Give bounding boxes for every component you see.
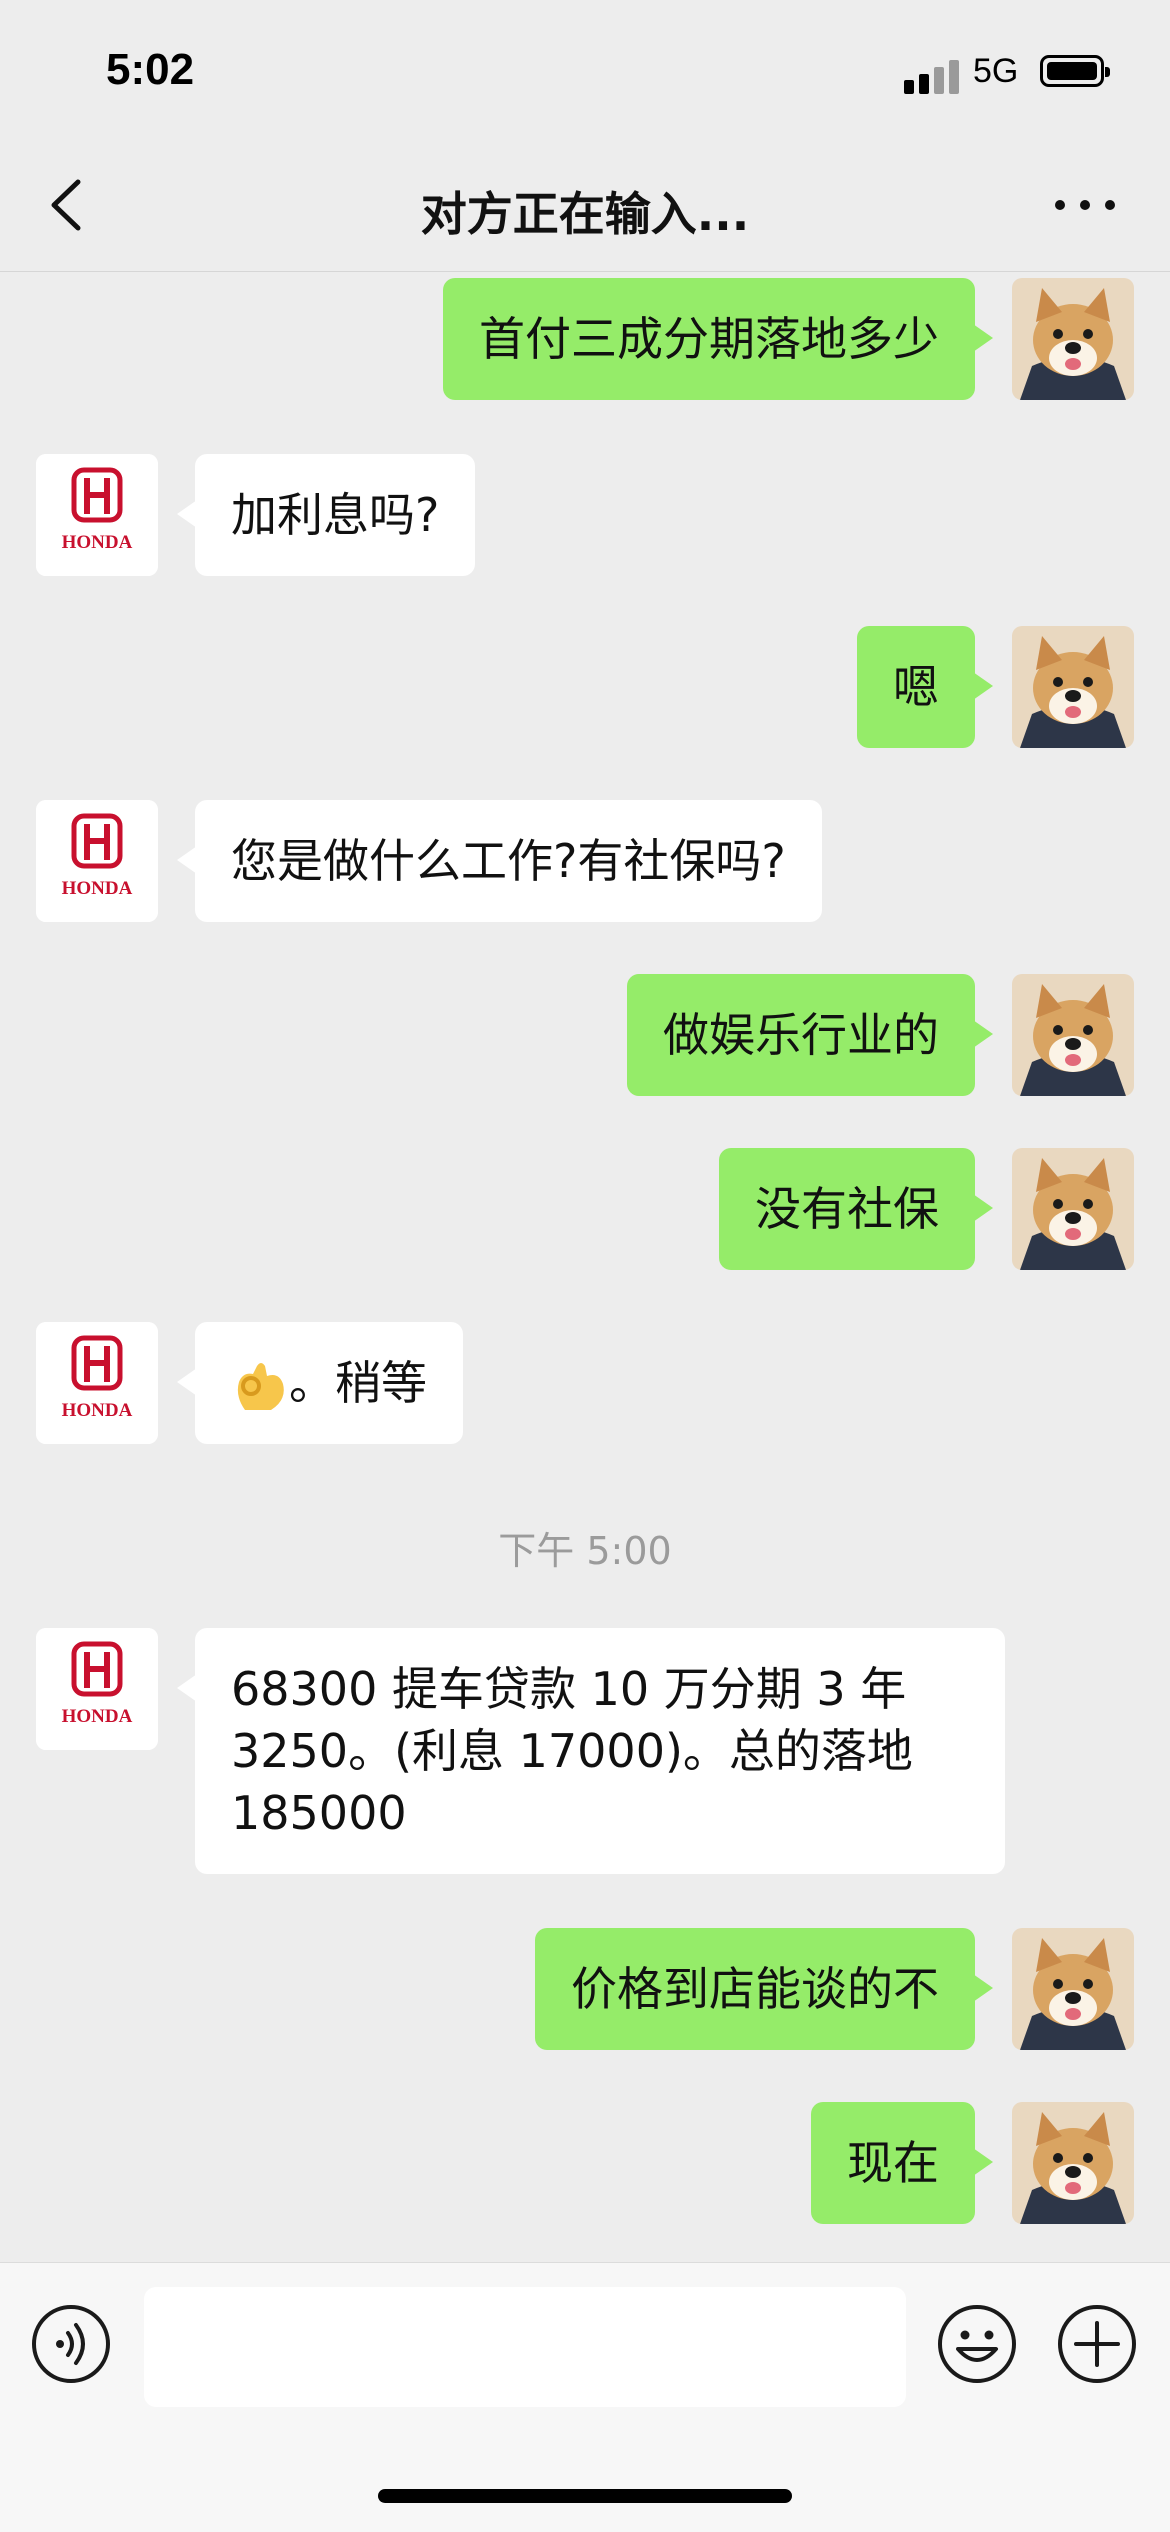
user-avatar[interactable]	[1012, 1928, 1134, 2050]
message-bubble-incoming[interactable]: 。稍等	[177, 1322, 463, 1444]
contact-avatar[interactable]: HONDA	[36, 1628, 158, 1750]
ok-hand-emoji-icon	[237, 1363, 284, 1410]
emoji-icon[interactable]	[936, 2303, 1018, 2385]
more-icon[interactable]	[1050, 170, 1120, 240]
nav-bar: 对方正在输入...	[0, 140, 1170, 272]
user-avatar[interactable]	[1012, 626, 1134, 748]
timestamp-divider: 下午 5:00	[498, 1529, 672, 1573]
chat-area[interactable]: 首付三成分期落地多少 HONDA 加利息吗? 嗯 HONDA 您是做什么工作?有…	[0, 272, 1170, 2262]
back-icon[interactable]	[40, 170, 100, 240]
message-bubble-outgoing[interactable]: 现在	[811, 2102, 993, 2224]
contact-avatar[interactable]: HONDA	[36, 1322, 158, 1444]
user-avatar[interactable]	[1012, 278, 1134, 400]
home-indicator	[378, 2489, 792, 2503]
message-text: 。稍等	[289, 1356, 427, 1410]
status-bar: 5:02 5G	[0, 0, 1170, 140]
contact-avatar[interactable]: HONDA	[36, 454, 158, 576]
contact-avatar[interactable]: HONDA	[36, 800, 158, 922]
plus-icon[interactable]	[1056, 2303, 1138, 2385]
honda-wordmark: HONDA	[62, 1706, 133, 1727]
message-bubble-incoming[interactable]: 您是做什么工作?有社保吗?	[177, 800, 822, 922]
message-bubble-incoming[interactable]: 68300 提车贷款 10 万分期 3 年 3250。(利息 17000)。总的…	[177, 1628, 1005, 1874]
user-avatar[interactable]	[1012, 2102, 1134, 2224]
voice-icon[interactable]	[30, 2303, 112, 2385]
message-bubble-outgoing[interactable]: 没有社保	[719, 1148, 993, 1270]
battery-icon	[1040, 55, 1110, 87]
chat-title: 对方正在输入...	[420, 187, 750, 241]
honda-wordmark: HONDA	[62, 878, 133, 899]
user-avatar[interactable]	[1012, 974, 1134, 1096]
user-avatar[interactable]	[1012, 1148, 1134, 1270]
honda-wordmark: HONDA	[62, 1400, 133, 1421]
message-bubble-incoming[interactable]: 加利息吗?	[176, 454, 476, 576]
signal-icon	[904, 58, 960, 94]
status-time: 5:02	[106, 45, 195, 94]
honda-wordmark: HONDA	[62, 532, 133, 553]
message-bubble-outgoing[interactable]: 价格到店能谈的不	[535, 1928, 993, 2050]
message-bubble-outgoing[interactable]: 嗯	[857, 626, 993, 748]
message-bubble-outgoing[interactable]: 做娱乐行业的	[627, 974, 993, 1096]
input-bar	[0, 2262, 1170, 2532]
message-bubble-outgoing[interactable]: 首付三成分期落地多少	[443, 278, 993, 400]
message-input[interactable]	[144, 2287, 906, 2407]
network-label: 5G	[973, 52, 1019, 90]
